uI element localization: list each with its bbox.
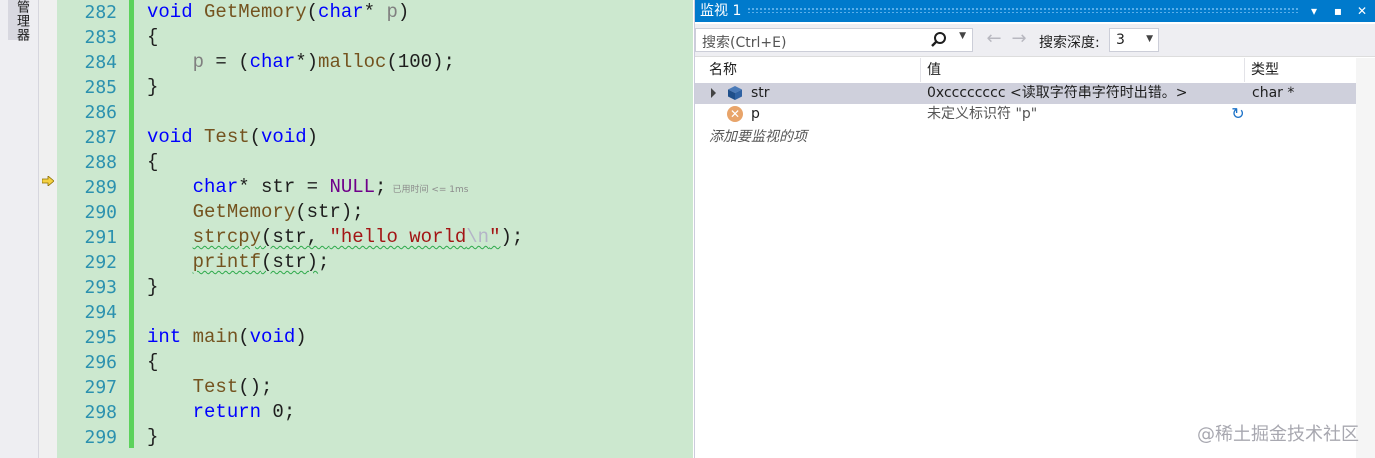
current-statement-arrow-icon bbox=[42, 176, 54, 186]
line-numbers: 282 283 284 285 286 287 288 289 290 291 292 293 294 2… bbox=[57, 0, 117, 450]
search-previous-icon[interactable]: ← bbox=[983, 28, 1005, 50]
code-line: { bbox=[147, 351, 159, 373]
line-number: 290 bbox=[84, 202, 117, 223]
watch-column-headers: 名称 值 类型 bbox=[695, 58, 1356, 82]
vertical-scrollbar[interactable] bbox=[1356, 58, 1375, 458]
line-number: 286 bbox=[84, 102, 117, 123]
line-number: 288 bbox=[84, 152, 117, 173]
error-icon: ✕ bbox=[727, 106, 743, 122]
line-number: 295 bbox=[84, 327, 117, 348]
window-dropdown-icon[interactable]: ▾ bbox=[1306, 3, 1322, 19]
code-line: p = (char*)malloc(100); bbox=[192, 51, 455, 73]
watch-row[interactable]: ✕ p 未定义标识符 "p" ↻ bbox=[695, 104, 1356, 125]
add-watch-hint[interactable]: 添加要监视的项 bbox=[709, 126, 807, 146]
side-tab-strip: 管理器 bbox=[0, 0, 39, 458]
code-area[interactable]: void GetMemory(char* p) { p = (char*)mal… bbox=[147, 0, 687, 450]
refresh-icon[interactable]: ↻ bbox=[1229, 105, 1247, 123]
watch-name: p bbox=[751, 106, 760, 122]
code-line: GetMemory(str); bbox=[192, 201, 364, 223]
column-header-type[interactable]: 类型 bbox=[1245, 58, 1356, 82]
code-line: { bbox=[147, 26, 159, 48]
line-number: 291 bbox=[84, 227, 117, 248]
title-grip bbox=[747, 7, 1298, 13]
chevron-down-icon: ▼ bbox=[1146, 34, 1153, 44]
close-icon[interactable]: ✕ bbox=[1354, 3, 1370, 19]
line-number: 299 bbox=[84, 427, 117, 448]
code-line: printf(str); bbox=[192, 251, 330, 273]
watch-type: char * bbox=[1252, 85, 1295, 101]
watch-row[interactable]: str 0xcccccccc <读取字符串字符时出错。> char * bbox=[695, 83, 1356, 104]
watch-value: 0xcccccccc <读取字符串字符时出错。> bbox=[927, 85, 1188, 101]
watch-title: 监视 1 bbox=[700, 3, 742, 19]
line-number: 297 bbox=[84, 377, 117, 398]
code-line: strcpy(str, "hello world\n"); bbox=[192, 226, 524, 248]
search-dropdown-icon[interactable]: ▼ bbox=[959, 31, 966, 41]
code-line: return 0; bbox=[192, 401, 296, 423]
object-icon bbox=[728, 86, 742, 100]
watch-window: 监视 1 ▾ ▪ ✕ 搜索(Ctrl+E) ▼ ← → 搜索深度: 3 ▼ 名称… bbox=[694, 0, 1375, 458]
line-number: 282 bbox=[84, 2, 117, 23]
line-number: 292 bbox=[84, 252, 117, 273]
line-number: 285 bbox=[84, 77, 117, 98]
watch-title-bar[interactable]: 监视 1 ▾ ▪ ✕ bbox=[695, 0, 1375, 22]
search-depth-label: 搜索深度: bbox=[1039, 35, 1100, 51]
watch-name: str bbox=[751, 85, 770, 101]
line-number: 283 bbox=[84, 27, 117, 48]
line-number: 287 bbox=[84, 127, 117, 148]
line-number: 298 bbox=[84, 402, 117, 423]
line-number: 289 bbox=[84, 177, 117, 198]
search-depth-value: 3 bbox=[1116, 32, 1125, 48]
column-header-name[interactable]: 名称 bbox=[703, 58, 921, 82]
side-tab-label[interactable]: 管理器 bbox=[8, 0, 29, 42]
search-icon[interactable] bbox=[930, 31, 948, 49]
glyph-margin[interactable] bbox=[39, 0, 57, 458]
column-header-value[interactable]: 值 bbox=[921, 58, 1245, 82]
search-placeholder: 搜索(Ctrl+E) bbox=[702, 35, 787, 51]
search-depth-select[interactable]: 3 ▼ bbox=[1109, 28, 1159, 52]
code-line: char* str = NULL; 已用时间 <= 1ms bbox=[192, 176, 469, 198]
search-next-icon[interactable]: → bbox=[1008, 28, 1030, 50]
watch-toolbar: 搜索(Ctrl+E) ▼ ← → 搜索深度: 3 ▼ bbox=[695, 24, 1375, 57]
code-line: void Test(void) bbox=[147, 126, 319, 148]
code-line: int main(void) bbox=[147, 326, 307, 348]
code-line: } bbox=[147, 426, 159, 448]
change-tracking-bar bbox=[129, 0, 134, 448]
code-line: } bbox=[147, 76, 159, 98]
search-input[interactable]: 搜索(Ctrl+E) ▼ bbox=[695, 28, 973, 52]
expand-arrow-icon[interactable] bbox=[711, 88, 716, 98]
code-line: } bbox=[147, 276, 159, 298]
code-line: Test(); bbox=[192, 376, 273, 398]
line-number: 284 bbox=[84, 52, 117, 73]
perf-tip[interactable]: 已用时间 <= 1ms bbox=[392, 185, 468, 195]
code-line: void GetMemory(char* p) bbox=[147, 1, 410, 23]
watermark: @稀土掘金技术社区 bbox=[1197, 424, 1359, 445]
pin-icon[interactable]: ▪ bbox=[1330, 3, 1346, 19]
line-number: 296 bbox=[84, 352, 117, 373]
line-number: 294 bbox=[84, 302, 117, 323]
watch-value: 未定义标识符 "p" bbox=[927, 106, 1038, 122]
code-line: { bbox=[147, 151, 159, 173]
line-number: 293 bbox=[84, 277, 117, 298]
code-editor[interactable]: 282 283 284 285 286 287 288 289 290 291 292 293 294 2… bbox=[57, 0, 693, 458]
